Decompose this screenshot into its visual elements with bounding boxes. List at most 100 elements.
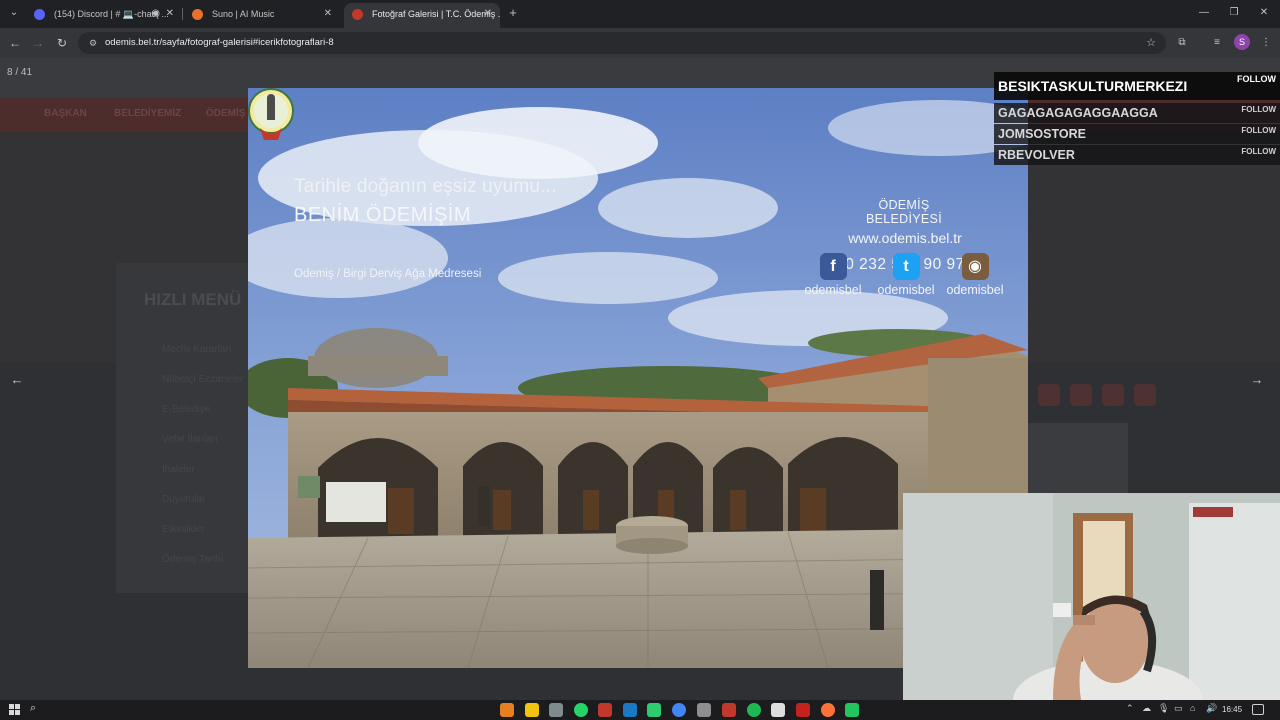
taskbar-app-icon[interactable] [722,703,736,717]
share-button[interactable] [1134,384,1156,406]
photo-caption: Odemiş / Birgi Derviş Ağa Medresesi [294,268,482,280]
reload-icon[interactable]: ↻ [53,33,71,53]
social-label: odemisbel [946,283,1004,297]
restore-icon[interactable]: ❐ [1224,4,1244,22]
tab-title: Suno | AI Music [212,9,275,19]
follow-row: BESIKTASKULTURMERKEZI FOLLOW [994,72,1280,100]
share-button[interactable] [1102,384,1124,406]
taskbar-app-icon[interactable] [845,703,859,717]
tab-divider [182,8,183,20]
window-close-icon[interactable]: ✕ [1254,4,1274,22]
tray-app-icon[interactable]: ▭ [1174,703,1183,714]
taskbar-clock[interactable]: 16:45 [1222,705,1242,714]
profile-avatar[interactable]: S [1234,34,1250,50]
follow-row: GAGAGAGAGAGGAAGGA FOLLOW [994,103,1280,123]
follower-name: BESIKTASKULTURMERKEZI [998,78,1188,94]
share-button[interactable] [1038,384,1060,406]
nav-item-baskan[interactable]: BAŞKAN [44,108,87,119]
taskbar-app-icon[interactable] [771,703,785,717]
facebook-icon: f [819,253,847,280]
os-taskbar: ⌕ ⌃ ☁ 🎙 ▭ ⌂ 🔊 16:45 [0,700,1280,720]
notification-icon[interactable] [1252,704,1264,715]
gmail-icon[interactable] [796,703,810,717]
steam-icon[interactable] [623,703,637,717]
twitter-icon: t [892,253,920,280]
suno-favicon-icon [192,9,203,20]
tab-fotograf-galerisi[interactable]: Fotoğraf Galerisi | T.C. Ödemiş ... ✕ [344,3,500,28]
prev-arrow-icon[interactable]: ← [7,370,27,390]
follow-row: JOMSOSTORE FOLLOW [994,124,1280,144]
quick-menu-item[interactable]: E-Belediye [162,404,210,415]
volume-icon[interactable]: 🔊 [1206,703,1217,714]
recent-follows-overlay: BESIKTASKULTURMERKEZI FOLLOW GAGAGAGAGAG… [994,72,1280,166]
extensions-puzzle-icon[interactable]: ⧉ [1172,33,1192,53]
back-arrow-icon[interactable]: ← [6,33,24,53]
firefox-icon[interactable] [821,703,835,717]
follow-tag: FOLLOW [1237,74,1276,84]
spotify-icon[interactable] [747,703,761,717]
follow-tag: FOLLOW [1241,105,1276,114]
windows-start-icon[interactable] [9,704,21,716]
quick-menu-panel [116,263,266,593]
website-text: www.odemis.bel.tr [848,230,962,246]
tab-strip: ⌄ (154) Discord | # 💻-chat | ... ◉ ✕ Sun… [0,0,1280,28]
tray-cloud-icon[interactable]: ☁ [1142,703,1151,714]
tab-close-icon[interactable]: ◉ [151,3,160,25]
tab-close-icon[interactable]: ✕ [166,3,174,25]
file-explorer-icon[interactable] [525,703,539,717]
microphone-icon[interactable]: 🎙 [1158,703,1169,714]
quick-menu-item[interactable]: Duyurular [162,494,205,505]
quick-menu-item[interactable]: İhaleler [162,464,195,475]
tray-chevron-icon[interactable]: ⌃ [1126,703,1134,714]
tab-close-icon[interactable]: ✕ [324,3,332,25]
media-control-icon[interactable]: ≡ [1207,33,1227,53]
tab-close-icon[interactable]: ✕ [484,3,492,25]
quick-menu-item[interactable]: Meclis Kararları [162,344,231,355]
follow-tag: FOLLOW [1241,126,1276,135]
tab-title: Fotoğraf Galerisi | T.C. Ödemiş ... [372,9,500,19]
taskbar-app-icon[interactable] [549,703,563,717]
url-text[interactable]: odemis.bel.tr/sayfa/fotograf-galerisi#ic… [105,32,334,54]
webcam-person-illustration [903,493,1280,700]
follower-name: JOMSOSTORE [998,127,1086,141]
follow-tag: FOLLOW [1241,147,1276,156]
nav-item-belediyemiz[interactable]: BELEDİYEMİZ [114,108,181,119]
taskbar-app-icon[interactable] [598,703,612,717]
photo-brand: BENİM ÖDEMİŞİM [294,204,472,226]
odemis-favicon-icon [352,9,363,20]
taskbar-app-icon[interactable] [647,703,661,717]
nav-item-odemis[interactable]: ÖDEMİŞ [206,108,245,119]
network-icon[interactable]: ⌂ [1190,703,1195,713]
taskbar-search-icon[interactable]: ⌕ [30,702,36,715]
browser-toolbar: ← → ↻ ⚙ odemis.bel.tr/sayfa/fotograf-gal… [0,28,1280,58]
minimize-icon[interactable]: — [1194,4,1214,22]
forward-arrow-icon[interactable]: → [29,33,47,53]
quick-menu-item[interactable]: Etkinlikler [162,524,205,535]
bookmark-star-icon[interactable]: ☆ [1146,32,1156,54]
social-label: odemisbel [877,283,935,297]
taskbar-app-icon[interactable] [500,703,514,717]
tab-discord[interactable]: (154) Discord | # 💻-chat | ... ◉ ✕ [26,3,182,28]
quick-menu-item[interactable]: Vefat İlanları [162,434,218,445]
quick-menu-title: HIZLI MENÜ [144,290,242,309]
tab-suno[interactable]: Suno | AI Music ✕ [184,3,340,28]
new-tab-plus-icon[interactable]: + [506,4,520,22]
quick-menu-item[interactable]: Nöbetçi Eczaneler [162,374,243,385]
gallery-counter: 8 / 41 [7,67,33,78]
org-name: ÖDEMİŞ BELEDİYESİ [866,198,942,226]
share-button[interactable] [1070,384,1092,406]
address-bar[interactable]: ⚙ odemis.bel.tr/sayfa/fotograf-galerisi#… [78,32,1166,54]
follower-name: GAGAGAGAGAGGAAGGA [998,106,1158,120]
quick-menu-item[interactable]: Ödemiş Tarihi [162,554,223,565]
site-info-icon[interactable]: ⚙ [86,36,100,50]
chrome-icon[interactable] [672,703,686,717]
webcam-feed [903,493,1280,700]
kebab-menu-icon[interactable]: ⋮ [1256,33,1276,53]
tab-search-chevron-icon[interactable]: ⌄ [6,5,22,21]
social-facebook: f odemisbel [798,253,868,297]
odemis-belediyesi-logo-icon [248,88,294,140]
social-instagram: ◉ odemisbel [940,253,1010,297]
whatsapp-icon[interactable] [574,703,588,717]
taskbar-app-icon[interactable] [697,703,711,717]
next-arrow-icon[interactable]: → [1247,370,1267,390]
